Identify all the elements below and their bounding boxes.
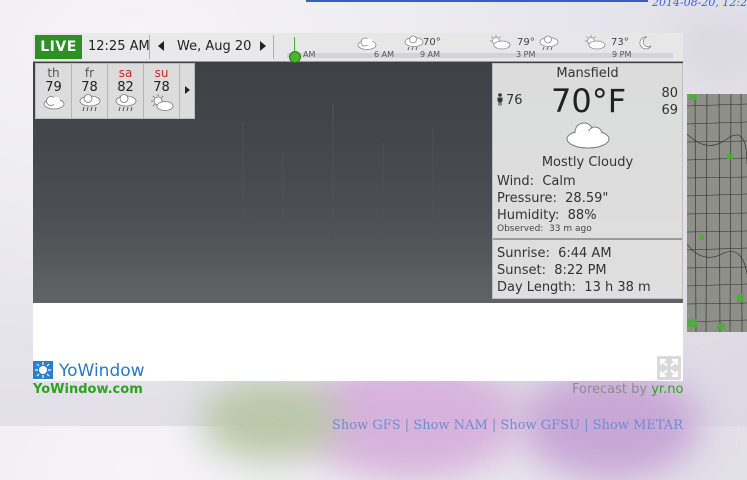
forecast-day-temp: 79 — [45, 80, 62, 95]
timeline-temp: 73° — [611, 37, 629, 48]
previous-day-arrow-icon[interactable] — [158, 41, 164, 51]
brand-name: YoWindow — [59, 361, 145, 381]
observed-row: Observed: 33 m ago — [497, 224, 592, 234]
yowindow-link[interactable]: YoWindow.com — [33, 382, 143, 397]
sunrise-value: 6:44 AM — [558, 246, 612, 261]
forecast-credit-label: Forecast by — [572, 382, 648, 397]
forecast-day-name: sa — [118, 66, 133, 80]
forecast-day-temp: 78 — [81, 80, 98, 95]
sunset-label: Sunset: — [497, 263, 546, 278]
timeline-label: 3 PM — [516, 50, 536, 59]
timeline-temp: 79° — [517, 37, 535, 48]
forecast-source-link[interactable]: yr.no — [651, 382, 683, 397]
observed-label: Observed: — [497, 224, 544, 234]
timeline-label: 6 AM — [374, 50, 395, 59]
day-length-label: Day Length: — [497, 280, 577, 295]
forecast-next-button[interactable] — [181, 64, 194, 118]
wind-value: Calm — [542, 174, 576, 189]
forecast-day-name: su — [154, 66, 169, 80]
moon-icon — [639, 36, 652, 50]
rain-cloud-icon — [79, 94, 100, 112]
humidity-value: 88% — [567, 208, 597, 223]
live-button[interactable]: LIVE — [35, 35, 82, 59]
yowindow-sun-icon — [33, 361, 53, 379]
pressure-label: Pressure: — [497, 191, 557, 206]
low-temperature: 69 — [661, 103, 678, 118]
sunset-row: Sunset: 8:22 PM — [497, 263, 607, 278]
background-leaf — [200, 380, 340, 460]
current-time: 12:25 AM — [88, 39, 150, 54]
wind-label: Wind: — [497, 174, 535, 189]
county-map-thumbnail[interactable] — [687, 94, 747, 332]
hourly-timeline[interactable]: AM 6 AM 9 AM 3 PM 9 PM 70° 79° 73° — [275, 33, 683, 63]
daily-forecast-strip[interactable]: th 79 fr 78 sa 82 su 78 — [35, 63, 195, 119]
person-icon — [497, 93, 503, 106]
day-length-value: 13 h 38 m — [584, 280, 651, 295]
pressure-value: 28.59" — [565, 191, 609, 206]
yowindow-logo[interactable]: YoWindow — [33, 361, 163, 381]
timeline-temp: 70° — [423, 37, 441, 48]
observed-value: 33 m ago — [549, 224, 592, 234]
day-length-row: Day Length: 13 h 38 m — [497, 280, 651, 295]
city-name[interactable]: Mansfield — [493, 66, 682, 81]
sunset-value: 8:22 PM — [554, 263, 607, 278]
current-date: We, Aug 20 — [177, 39, 252, 54]
sun-cloud-icon — [150, 94, 173, 111]
forecast-credit: Forecast by yr.no — [572, 382, 683, 397]
forecast-day-temp: 82 — [117, 80, 134, 95]
sunrise-row: Sunrise: 6:44 AM — [497, 246, 612, 261]
wind-row: Wind: Calm — [497, 174, 576, 189]
background-leaf-right — [680, 20, 747, 80]
condition-text: Mostly Cloudy — [541, 155, 634, 170]
rain-cloud-icon — [404, 35, 424, 51]
weather-widget[interactable]: LIVE 12:25 AM We, Aug 20 AM 6 AM 9 AM 3 … — [33, 33, 683, 303]
sun-cloud-icon — [585, 35, 606, 50]
timeline-label: 9 PM — [612, 50, 632, 59]
cloud-icon — [566, 122, 610, 149]
pressure-row: Pressure: 28.59" — [497, 191, 608, 206]
chevron-right-icon — [185, 86, 190, 94]
fullscreen-button[interactable] — [657, 356, 681, 380]
top-bar-separator — [149, 35, 150, 59]
rain-cloud-icon — [115, 94, 136, 112]
partly-cloudy-icon — [43, 96, 64, 110]
forecast-day-name: fr — [84, 66, 95, 80]
forecast-day[interactable]: su 78 — [144, 64, 180, 118]
humidity-row: Humidity: 88% — [497, 208, 597, 223]
county-map-graphic — [687, 94, 747, 332]
forecast-day[interactable]: th 79 — [36, 64, 72, 118]
sun-cloud-icon — [490, 35, 511, 50]
next-day-arrow-icon[interactable] — [260, 41, 266, 51]
fullscreen-icon — [660, 359, 678, 377]
current-temperature: 70°F — [551, 82, 627, 120]
feels-like-value: 76 — [506, 93, 523, 108]
timeline-slider-handle[interactable] — [289, 51, 301, 63]
forecast-day-name: th — [47, 66, 60, 80]
panel-divider — [493, 238, 682, 240]
humidity-label: Humidity: — [497, 208, 560, 223]
timeline-label: 9 AM — [420, 50, 441, 59]
top-link-underline[interactable] — [306, 0, 648, 2]
current-conditions-panel: Mansfield 76 70°F 80 69 Mostly Cloudy Wi… — [492, 63, 683, 299]
top-date-text: 2014-08-20, 12:2 — [652, 0, 747, 9]
sunrise-label: Sunrise: — [497, 246, 550, 261]
timeline-label: AM — [303, 50, 316, 59]
cloud-icon — [357, 37, 377, 50]
feels-like: 76 — [496, 93, 523, 108]
forecast-day[interactable]: sa 82 — [108, 64, 144, 118]
widget-top-bar: LIVE 12:25 AM We, Aug 20 AM 6 AM 9 AM 3 … — [33, 33, 683, 63]
forecast-day-temp: 78 — [153, 80, 170, 95]
top-bar-separator — [273, 35, 274, 59]
high-temperature: 80 — [661, 86, 678, 101]
rain-cloud-icon — [539, 35, 559, 51]
forecast-day[interactable]: fr 78 — [72, 64, 108, 118]
